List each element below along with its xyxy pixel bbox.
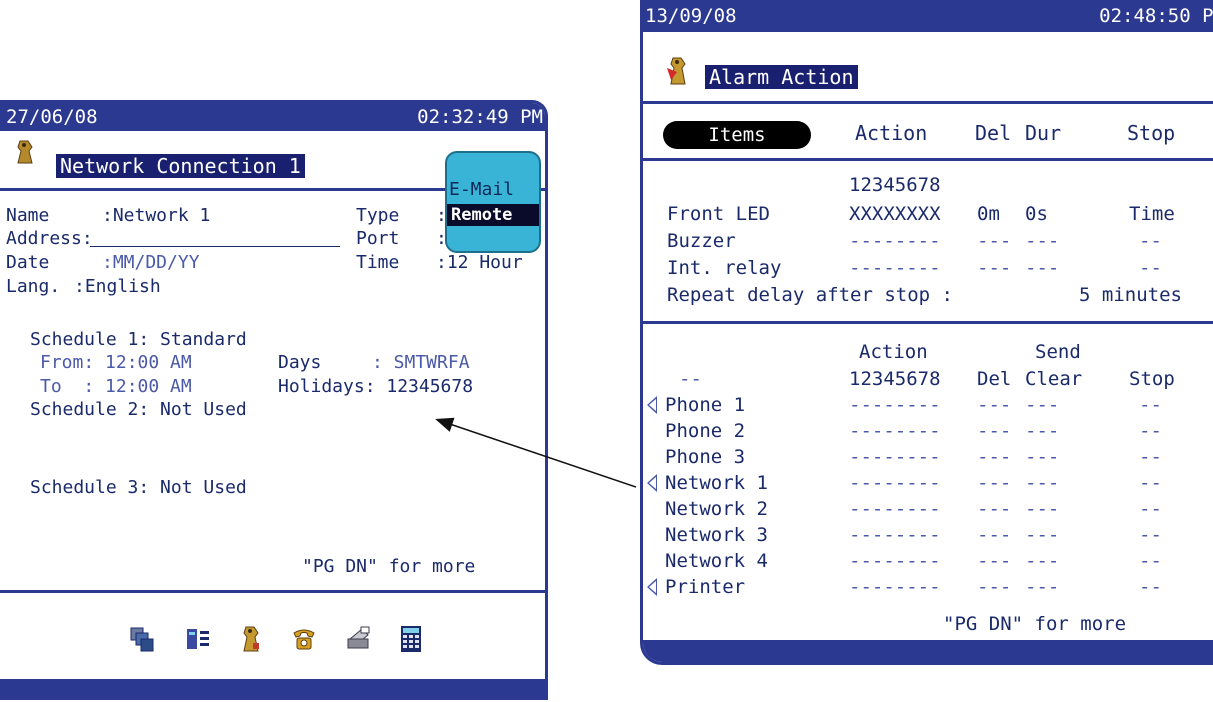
connector-arrow: [435, 417, 637, 488]
